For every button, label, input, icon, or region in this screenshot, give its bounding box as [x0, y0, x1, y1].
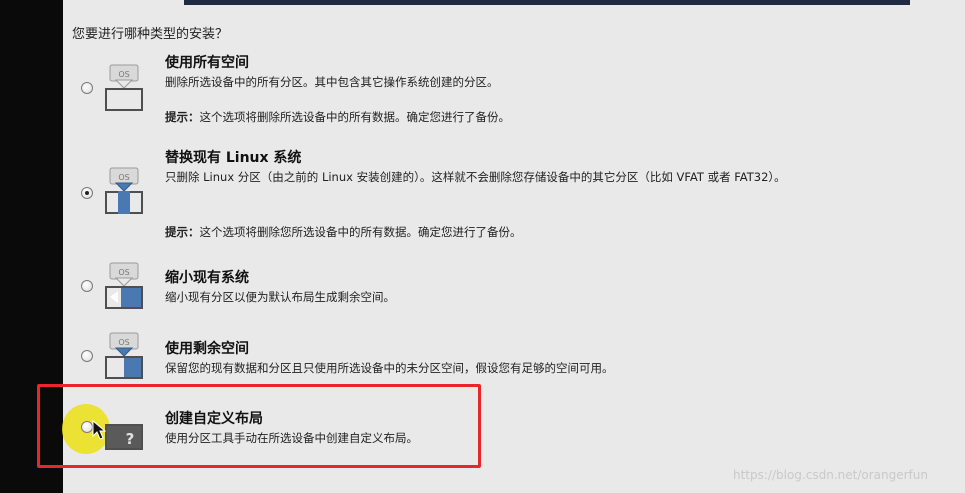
svg-text:OS: OS: [118, 70, 129, 79]
radio-use-all-space[interactable]: [81, 82, 93, 94]
option-use-all-space[interactable]: OS 使用所有空间 删除所选设备中的所有分区。其中包含其它操作系统创建的分区。 …: [70, 50, 890, 130]
option-shrink-system[interactable]: OS 缩小现有系统 缩小现有分区以便为默认布局生成剩余空间。: [70, 262, 890, 320]
hint-label: 提示：: [165, 225, 200, 239]
radio-use-free-space[interactable]: [81, 350, 93, 362]
option-use-free-space[interactable]: OS 使用剩余空间 保留您的现有数据和分区且只使用所选设备中的未分区空间，假设您…: [70, 332, 890, 391]
disk-replace-icon: OS: [105, 167, 143, 214]
annotation-highlight-box: [37, 384, 481, 468]
option-description: 缩小现有分区以便为默认布局生成剩余空间。: [165, 290, 395, 304]
option-title: 使用剩余空间: [165, 341, 249, 357]
disk-shrink-icon: OS: [105, 262, 143, 309]
hint-text: 这个选项将删除所选设备中的所有数据。确定您进行了备份。: [199, 110, 511, 124]
radio-shrink-system[interactable]: [81, 280, 93, 292]
watermark-url: https://blog.csdn.net/orangerfun: [733, 468, 928, 482]
option-title: 缩小现有系统: [165, 270, 249, 286]
hint-text: 这个选项将删除您所选设备中的所有数据。确定您进行了备份。: [199, 225, 522, 239]
svg-text:OS: OS: [118, 268, 129, 277]
option-hint: 提示：这个选项将删除您所选设备中的所有数据。确定您进行了备份。: [165, 224, 522, 240]
disk-wipe-icon: OS: [105, 64, 143, 111]
option-replace-linux[interactable]: OS 替换现有 Linux 系统 只删除 Linux 分区（由之前的 Linux…: [70, 145, 890, 245]
svg-text:OS: OS: [118, 173, 129, 182]
install-type-question: 您要进行哪种类型的安装？: [72, 27, 229, 42]
option-title: 替换现有 Linux 系统: [165, 150, 302, 166]
radio-replace-linux[interactable]: [81, 187, 93, 199]
option-description: 删除所选设备中的所有分区。其中包含其它操作系统创建的分区。: [165, 75, 499, 89]
option-title: 使用所有空间: [165, 55, 249, 71]
option-hint: 提示：这个选项将删除所选设备中的所有数据。确定您进行了备份。: [165, 109, 510, 125]
hint-label: 提示：: [165, 110, 200, 124]
option-description: 只删除 Linux 分区（由之前的 Linux 安装创建的）。这样就不会删除您存…: [165, 170, 786, 184]
option-description: 保留您的现有数据和分区且只使用所选设备中的未分区空间，假设您有足够的空间可用。: [165, 361, 614, 375]
disk-free-space-icon: OS: [105, 332, 143, 379]
svg-text:OS: OS: [118, 338, 129, 347]
top-banner: [184, 0, 910, 5]
